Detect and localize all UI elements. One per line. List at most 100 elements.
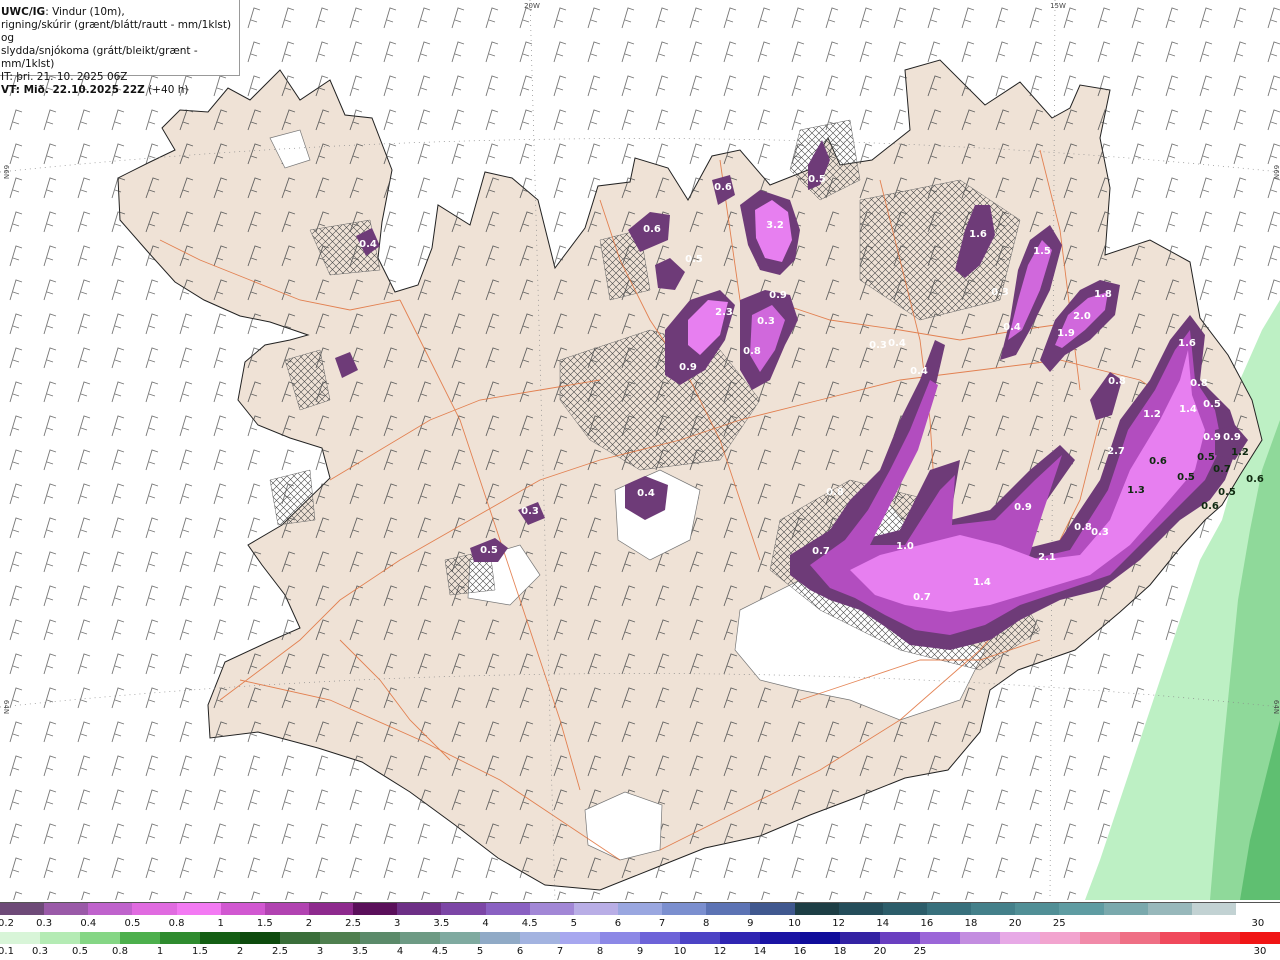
- precip-value-label: 0.3: [521, 506, 539, 517]
- precip-value-label: 0.4: [910, 366, 928, 377]
- legend-tick-label: 6: [516, 946, 524, 957]
- legend-tick-label: 25: [1052, 918, 1066, 929]
- precip-value-label: 2.7: [1107, 446, 1125, 457]
- legend-swatch: [353, 903, 398, 915]
- precip-value-label: 0.5: [808, 174, 826, 185]
- legend-tick-label: 2: [305, 918, 313, 929]
- legend-tick-label: 3.5: [352, 946, 368, 957]
- legend-swatch: [80, 932, 120, 944]
- snow-description: slydda/snjókoma (grátt/bleikt/grænt - mm…: [1, 45, 198, 70]
- lat-label-66n-left: 66N: [2, 165, 10, 179]
- precip-value-label: 0.5: [685, 254, 703, 265]
- legend-swatch: [1000, 932, 1040, 944]
- precip-value-label: 0.4: [888, 338, 906, 349]
- legend-swatch: [44, 903, 89, 915]
- legend-swatch: [560, 932, 600, 944]
- legend-swatch: [880, 932, 920, 944]
- legend-swatch: [0, 903, 45, 915]
- lat-label-66n-right: 66N: [1272, 165, 1280, 179]
- legend-swatch: [838, 903, 883, 915]
- legend-swatch: [573, 903, 618, 915]
- lat-label-64n-left: 64N: [2, 700, 10, 714]
- product-name: UWC/IG: [1, 6, 46, 18]
- legend-swatch: [926, 903, 972, 915]
- precip-value-label: 1.4: [973, 577, 991, 588]
- legend-tick-label: 16: [920, 918, 934, 929]
- legend-tick-label: 8: [596, 946, 604, 957]
- iceland-weather-map: 0.40.50.60.63.20.52.30.90.30.80.91.61.50…: [0, 0, 1280, 900]
- legend-swatch: [176, 903, 221, 915]
- legend-tick-label: 0.3: [36, 918, 53, 929]
- legend-swatch: [440, 932, 480, 944]
- legend-tick-label: 0.4: [80, 918, 97, 929]
- precip-value-label: 2.0: [1073, 311, 1091, 322]
- legend-tick-label: 20: [873, 946, 887, 957]
- legend-swatch: [971, 903, 1016, 915]
- legend-swatch: [920, 932, 960, 944]
- precip-value-label: 0.6: [1246, 474, 1264, 485]
- legend-swatch: [662, 903, 707, 915]
- forecast-map-view: 0.4 0.5 0.6 0.6 3.2 0.5 2.3 0.9 0.3 0.8 0.9 1.6 1.5 0…: [0, 0, 1280, 960]
- legend-tick-label: 4: [482, 918, 489, 929]
- legend-tick-label: 4: [396, 946, 404, 957]
- legend-tick-label: 16: [793, 946, 807, 957]
- legend-tick-label: 14: [753, 946, 767, 957]
- legend-tick-label: 3: [316, 946, 324, 957]
- precip-value-label: 0.9: [1203, 432, 1221, 443]
- legend-swatch: [600, 932, 640, 944]
- precip-value-label: 0.8: [1108, 376, 1126, 387]
- legend-tick-label: 4.5: [521, 918, 538, 929]
- legend-swatch: [960, 932, 1000, 944]
- legend-tick-label: 30: [1253, 946, 1267, 957]
- legend-swatch: [480, 932, 520, 944]
- legend-swatch: [132, 903, 177, 915]
- precip-value-label: 2.1: [1038, 552, 1056, 563]
- precip-value-label: 0.8: [743, 346, 761, 357]
- precip-value-label: 0.3: [757, 316, 775, 327]
- map-info-box: UWC/IG: Vindur (10m), rigning/skúrir (gr…: [0, 0, 240, 96]
- rain-legend-colorbar: [0, 932, 1280, 944]
- legend-tick-label: 0.3: [32, 946, 48, 957]
- legend-swatch: [308, 903, 354, 915]
- lon-label-15w: 15W: [1050, 2, 1066, 10]
- legend-tick-label: 1: [156, 946, 164, 957]
- legend-tick-label: 5: [476, 946, 484, 957]
- precip-value-label: 1.5: [1033, 246, 1051, 257]
- legend-tick-label: 18: [964, 918, 978, 929]
- precip-value-label: 0.5: [1177, 472, 1195, 483]
- legend-tick-label: 2.5: [345, 918, 362, 929]
- legend-tick-label: 0.5: [72, 946, 88, 957]
- legend-tick-label: 9: [747, 918, 754, 929]
- legend-tick-label: 8: [703, 918, 710, 929]
- precip-value-label: 0.9: [769, 290, 787, 301]
- legend-swatch: [640, 932, 680, 944]
- precip-value-label: 0.8: [1074, 522, 1092, 533]
- legend-swatch: [0, 932, 40, 944]
- legend-swatch: [800, 932, 840, 944]
- legend-swatch: [220, 903, 265, 915]
- legend-swatch: [40, 932, 80, 944]
- legend-swatch: [264, 903, 309, 915]
- legend-swatch: [1059, 903, 1104, 915]
- initial-time: IT: þri. 21. 10. 2025 06Z: [1, 71, 128, 83]
- legend-swatch: [400, 932, 440, 944]
- legend-swatch: [1080, 932, 1120, 944]
- legend-swatch: [120, 932, 160, 944]
- precip-value-label: 1.8: [1094, 289, 1112, 300]
- forecast-lead: (+40 h): [144, 84, 189, 96]
- legend-tick-label: 0.5: [124, 918, 141, 929]
- legend-tick-label: 0.8: [168, 918, 185, 929]
- legend-tick-label: 30: [1251, 918, 1265, 929]
- precip-value-label: 0.5: [1203, 399, 1221, 410]
- legend-tick-label: 10: [788, 918, 801, 929]
- legend-swatch: [520, 932, 560, 944]
- precip-value-label: 0.4: [637, 488, 655, 499]
- legend-tick-label: 1: [217, 918, 224, 929]
- legend-swatch: [794, 903, 839, 915]
- legend-swatch: [397, 903, 442, 915]
- legend-swatch: [1235, 903, 1280, 915]
- precip-value-label: 0.9: [1223, 432, 1241, 443]
- legend-tick-label: 2.5: [272, 946, 288, 957]
- legend-tick-label: 3: [394, 918, 401, 929]
- legend-swatch: [485, 903, 530, 915]
